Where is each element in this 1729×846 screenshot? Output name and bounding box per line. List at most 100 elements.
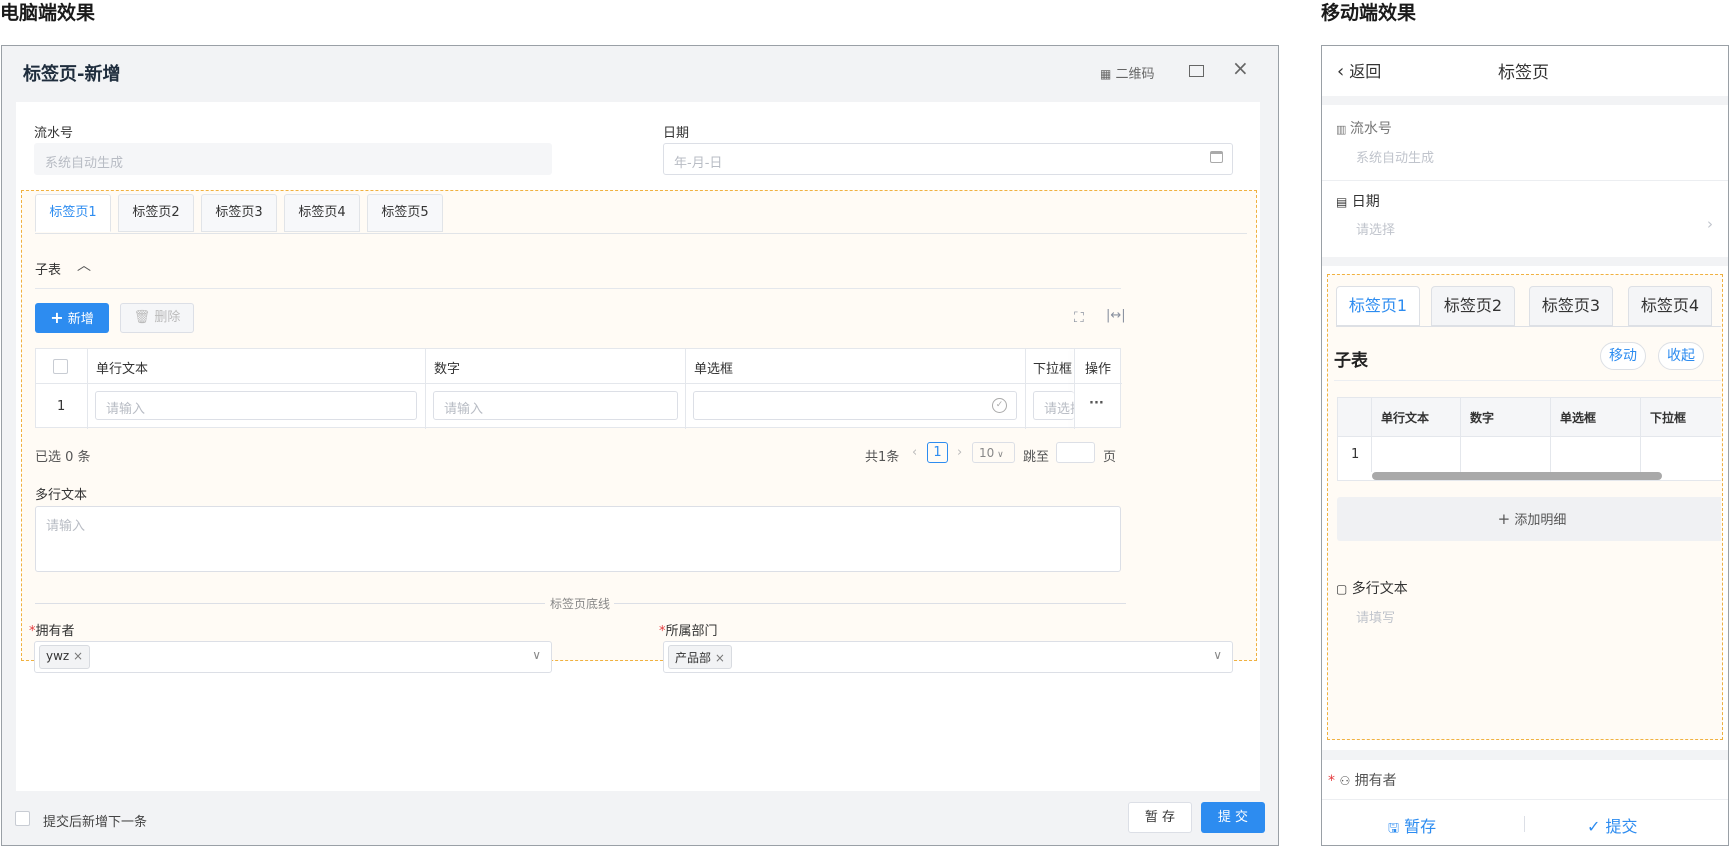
back-button[interactable]: ‹ 返回 bbox=[1337, 58, 1381, 82]
mobile-subtable-title: 子表 bbox=[1334, 351, 1368, 371]
number-cell-input[interactable]: 请输入 bbox=[433, 391, 678, 420]
mobile-column-header: 下拉框 bbox=[1650, 411, 1687, 425]
multiline-textarea[interactable]: 请输入 bbox=[35, 506, 1121, 572]
submit-button[interactable]: 提 交 bbox=[1201, 802, 1265, 833]
tab-bottom-divider-right bbox=[614, 603, 1126, 604]
mobile-tab-card: 标签页1 标签页2 标签页3 标签页4 子表 移动 收起 单行文本 数字 单选框… bbox=[1322, 266, 1728, 806]
mobile-tab-1[interactable]: 标签页1 bbox=[1336, 286, 1420, 326]
tab-2[interactable]: 标签页2 bbox=[118, 194, 194, 232]
qr-code-label: 二维码 bbox=[1115, 67, 1155, 82]
column-header: 单行文本 bbox=[96, 362, 149, 377]
chevron-down-icon: ∨ bbox=[532, 648, 541, 662]
selected-count: 已选 0 条 bbox=[35, 450, 91, 465]
delete-row-label: 删除 bbox=[154, 310, 181, 325]
dropdown-cell-input[interactable]: 请选择 bbox=[1033, 391, 1074, 420]
calendar-icon: ▤ bbox=[1336, 195, 1348, 209]
mobile-row-index: 1 bbox=[1351, 447, 1360, 462]
barcode-icon: ▥ bbox=[1336, 123, 1346, 136]
owner-tag: ywz × bbox=[39, 645, 91, 669]
mobile-tab-3[interactable]: 标签页3 bbox=[1529, 286, 1613, 326]
mobile-serial-label: ▥ 流水号 bbox=[1336, 118, 1392, 138]
delete-row-button[interactable]: 🗑 删除 bbox=[120, 303, 194, 333]
text-cell-input[interactable]: 请输入 bbox=[95, 391, 417, 420]
mobile-tab-4[interactable]: 标签页4 bbox=[1628, 286, 1712, 326]
move-button[interactable]: 移动 bbox=[1600, 342, 1646, 370]
check-circle-icon: ✓ bbox=[992, 398, 1007, 413]
row-index: 1 bbox=[57, 399, 66, 414]
mobile-submit-button[interactable]: ✓ 提交 bbox=[1587, 813, 1638, 837]
col-divider bbox=[685, 349, 686, 429]
qr-code-button[interactable]: ▦ 二维码 bbox=[1100, 63, 1155, 82]
page-size-value: 10 bbox=[979, 446, 995, 460]
mobile-tab-2[interactable]: 标签页2 bbox=[1431, 286, 1515, 326]
mobile-title: 标签页 bbox=[1498, 63, 1549, 83]
mobile-date-picker[interactable]: 请选择 bbox=[1356, 219, 1395, 238]
tab-bottom-divider-label: 标签页底线 bbox=[550, 597, 611, 611]
mobile-tab-container: 标签页1 标签页2 标签页3 标签页4 子表 移动 收起 单行文本 数字 单选框… bbox=[1327, 274, 1723, 740]
maximize-icon[interactable] bbox=[1189, 65, 1204, 77]
select-all-checkbox[interactable] bbox=[53, 359, 68, 374]
total-count: 共1条 bbox=[865, 450, 900, 465]
column-width-icon[interactable]: |↔| bbox=[1106, 309, 1126, 322]
plus-icon: + bbox=[50, 308, 64, 327]
tab-5[interactable]: 标签页5 bbox=[367, 194, 443, 232]
date-input[interactable]: 年-月-日 bbox=[663, 143, 1233, 175]
mobile-caption: 移动端效果 bbox=[1321, 2, 1417, 24]
calendar-icon bbox=[1210, 151, 1223, 163]
page-1-button[interactable]: 1 bbox=[927, 442, 948, 463]
prev-page-icon[interactable]: ‹ bbox=[912, 445, 917, 460]
close-icon[interactable]: × bbox=[1232, 58, 1249, 78]
desktop-dialog: 标签页-新增 ▦ 二维码 × 流水号 系统自动生成 日期 年-月-日 标签页1 … bbox=[1, 45, 1279, 846]
column-header: 下拉框 bbox=[1033, 362, 1073, 377]
jump-page-input[interactable] bbox=[1056, 442, 1095, 463]
mobile-col-divider bbox=[1550, 398, 1551, 472]
remove-tag-icon[interactable]: × bbox=[73, 649, 83, 663]
mobile-submit-label: 提交 bbox=[1605, 817, 1638, 836]
owner-select[interactable]: ywz × ∨ bbox=[34, 641, 552, 673]
mobile-subtable-grid: 单行文本 数字 单选框 下拉框 1 bbox=[1337, 397, 1721, 481]
qr-code-icon: ▦ bbox=[1100, 67, 1112, 81]
add-detail-button[interactable]: + 添加明细 bbox=[1337, 497, 1721, 541]
next-page-icon[interactable]: › bbox=[957, 445, 962, 460]
mobile-column-header: 数字 bbox=[1470, 411, 1495, 425]
radio-cell-input[interactable]: ✓ bbox=[693, 391, 1017, 420]
subtable-divider bbox=[35, 288, 1121, 289]
more-actions-icon[interactable]: ··· bbox=[1089, 396, 1104, 411]
continue-checkbox[interactable] bbox=[15, 811, 30, 826]
collapse-chevron-icon[interactable]: ︿ bbox=[77, 255, 91, 275]
mobile-date-label: ▤ 日期 bbox=[1336, 191, 1380, 211]
mobile-col-divider bbox=[1371, 398, 1372, 472]
tab-3[interactable]: 标签页3 bbox=[201, 194, 277, 232]
mobile-owner-label: * ⚇ 拥有者 bbox=[1328, 770, 1397, 790]
required-mark: * bbox=[1328, 773, 1335, 789]
mobile-divider bbox=[1322, 180, 1728, 181]
mobile-multiline-label-text: 多行文本 bbox=[1351, 581, 1408, 597]
fullscreen-icon[interactable]: ⛶ bbox=[1074, 311, 1084, 325]
add-row-button[interactable]: + 新增 bbox=[35, 303, 109, 333]
mobile-navbar: ‹ 返回 标签页 bbox=[1322, 46, 1728, 96]
chevron-right-icon[interactable]: › bbox=[1707, 215, 1713, 233]
remove-tag-icon[interactable]: × bbox=[715, 651, 725, 665]
multiline-label: 多行文本 bbox=[35, 488, 88, 503]
col-divider bbox=[1074, 349, 1075, 429]
mobile-save-button[interactable]: 🖫 暂存 bbox=[1388, 813, 1436, 841]
col-divider bbox=[1025, 349, 1026, 429]
tab-bar: 标签页1 标签页2 标签页3 标签页4 标签页5 bbox=[35, 194, 1247, 234]
mobile-multiline-input[interactable]: 请填写 bbox=[1356, 607, 1395, 626]
mobile-action-bar: 🖫 暂存 ✓ 提交 bbox=[1322, 799, 1728, 845]
tab-4[interactable]: 标签页4 bbox=[284, 194, 360, 232]
owner-label: *拥有者 bbox=[29, 620, 75, 639]
mobile-basic-card: ▥ 流水号 系统自动生成 ▤ 日期 请选择 › bbox=[1322, 105, 1728, 257]
dept-select[interactable]: 产品部 × ∨ bbox=[663, 641, 1233, 673]
header-row-divider bbox=[36, 383, 1122, 384]
mobile-col-divider bbox=[1640, 398, 1641, 472]
horizontal-scrollbar[interactable] bbox=[1372, 472, 1662, 480]
tab-1[interactable]: 标签页1 bbox=[35, 194, 111, 232]
save-draft-button[interactable]: 暂 存 bbox=[1128, 802, 1192, 833]
page-size-select[interactable]: 10 ∨ bbox=[972, 442, 1015, 463]
column-header: 操作 bbox=[1085, 362, 1112, 377]
collapse-button[interactable]: 收起 bbox=[1658, 342, 1704, 370]
chevron-down-icon: ∨ bbox=[994, 450, 1004, 460]
mobile-serial-value: 系统自动生成 bbox=[1356, 151, 1435, 166]
owner-label-text: 拥有者 bbox=[35, 624, 75, 639]
